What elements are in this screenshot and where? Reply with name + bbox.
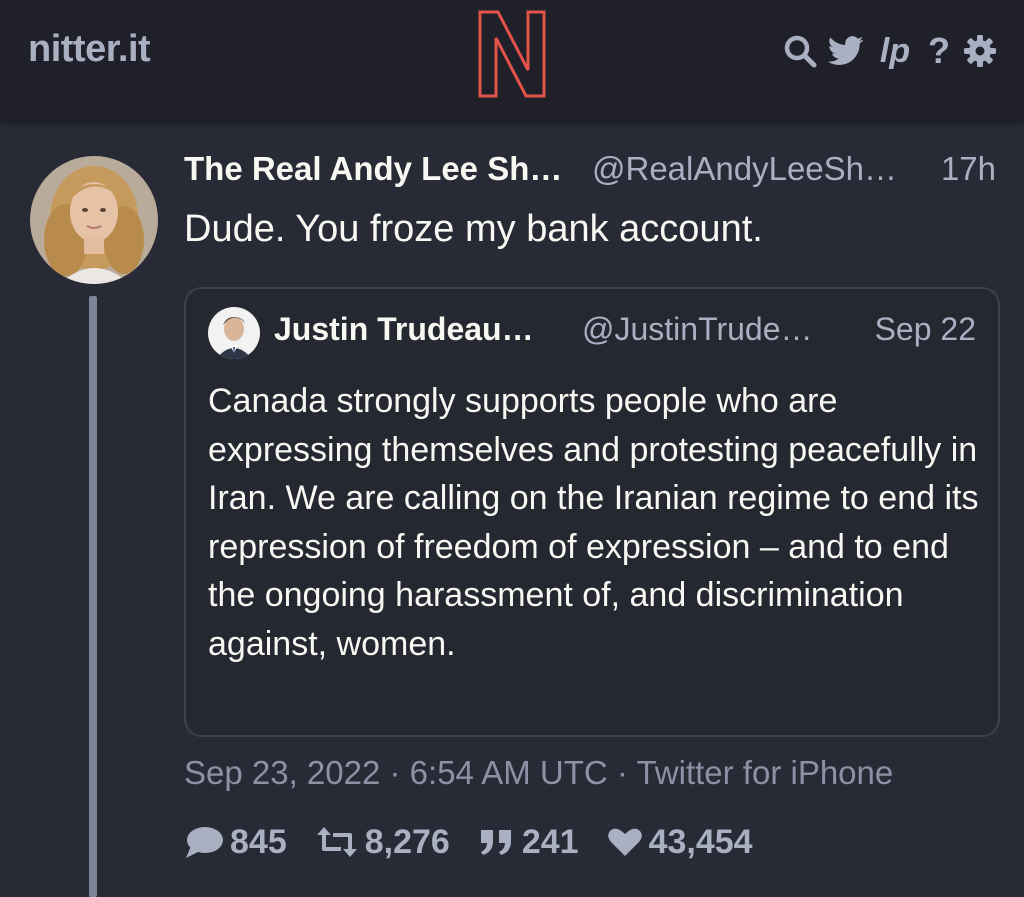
quote-author-fullname[interactable]: Justin Trudeau…	[274, 311, 534, 348]
twitter-bird-icon[interactable]	[828, 32, 864, 70]
site-brand-link[interactable]: nitter.it	[28, 28, 151, 71]
tweet-header: The Real Andy Lee Sh… @RealAndyLeeSh… 17…	[184, 150, 1000, 196]
retweet-icon	[315, 824, 359, 860]
navbar: nitter.it lp ?	[0, 0, 1024, 120]
author-fullname[interactable]: The Real Andy Lee Sh…	[184, 150, 562, 188]
settings-icon[interactable]	[962, 32, 998, 70]
quotes-stat[interactable]: 241	[478, 823, 579, 862]
search-icon[interactable]	[782, 32, 818, 70]
replies-count: 845	[230, 822, 287, 861]
quoted-tweet[interactable]: Justin Trudeau… @JustinTrude… Sep 22 Can…	[184, 287, 1000, 737]
tweet-date[interactable]: 17h	[941, 150, 996, 188]
comment-icon	[184, 824, 224, 860]
quote-author-avatar[interactable]	[208, 307, 260, 359]
lp-icon[interactable]: lp	[874, 32, 916, 70]
heart-icon	[607, 824, 643, 860]
quote-text: Canada strongly supports people who are …	[208, 382, 979, 663]
tweet-text: Dude. You froze my bank account.	[184, 208, 763, 250]
replies-stat[interactable]: 845	[184, 823, 287, 862]
quote-date[interactable]: Sep 22	[875, 311, 976, 348]
retweets-stat[interactable]: 8,276	[315, 823, 450, 862]
quotes-count: 241	[521, 822, 579, 861]
likes-stat[interactable]: 43,454	[607, 823, 753, 862]
help-icon[interactable]: ?	[926, 30, 952, 71]
author-username[interactable]: @RealAndyLeeSh…	[592, 150, 897, 188]
likes-count: 43,454	[648, 822, 753, 861]
nav-icons: lp ?	[782, 30, 998, 71]
quote-icon	[478, 824, 516, 860]
thread-line	[89, 296, 97, 897]
tweet-stats: 845 8,276 241 43,454	[184, 820, 781, 864]
nitter-logo[interactable]	[474, 8, 550, 100]
retweets-count: 8,276	[364, 822, 450, 861]
tweet-published-info[interactable]: Sep 23, 2022 · 6:54 AM UTC · Twitter for…	[184, 754, 893, 792]
quote-author-username[interactable]: @JustinTrude…	[582, 311, 812, 348]
author-avatar[interactable]	[30, 156, 158, 284]
